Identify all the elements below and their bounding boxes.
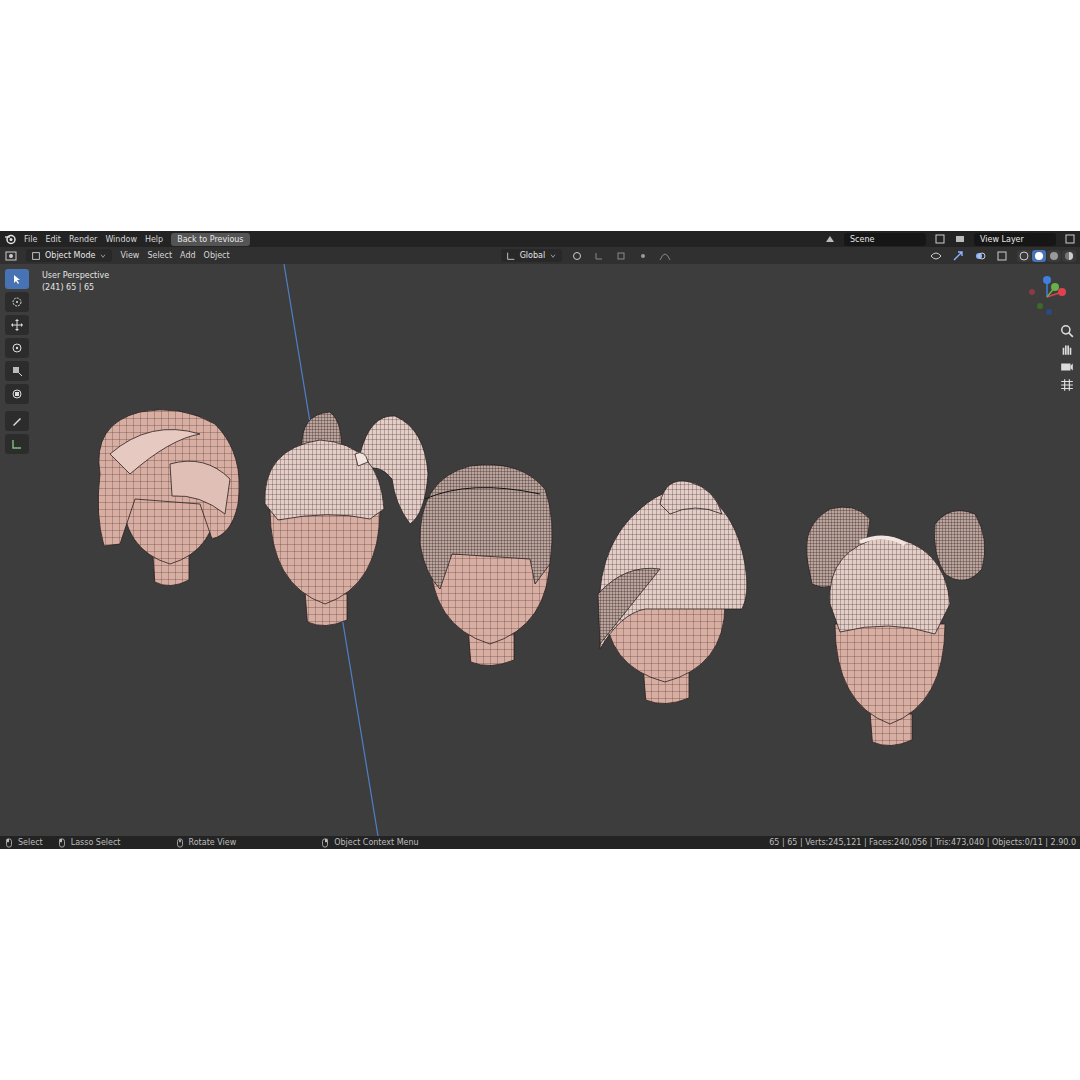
- menu-item[interactable]: Help: [145, 235, 163, 244]
- mouse-icon: [320, 838, 330, 848]
- header-menu-item[interactable]: View: [120, 251, 139, 260]
- gizmo-toggle-icon[interactable]: [951, 250, 965, 262]
- view-layer-field[interactable]: View Layer: [974, 233, 1056, 246]
- scene-field[interactable]: Scene: [844, 233, 926, 246]
- view-layer-icon[interactable]: [954, 233, 966, 245]
- new-layer-icon[interactable]: [1064, 233, 1076, 245]
- solid-shading-icon[interactable]: [1032, 250, 1046, 262]
- menu-item[interactable]: Edit: [45, 235, 61, 244]
- editor-type-icon[interactable]: [4, 250, 18, 262]
- scene-models: [0, 264, 1080, 836]
- snap-target-icon[interactable]: [614, 250, 628, 262]
- tool-button[interactable]: [5, 384, 29, 404]
- tool-button[interactable]: [5, 269, 29, 289]
- rotate-icon: [11, 342, 23, 354]
- xray-icon[interactable]: [995, 250, 1009, 262]
- grid-view-icon[interactable]: [1060, 378, 1074, 392]
- chevron-icon: [549, 252, 557, 260]
- menu-item[interactable]: File: [24, 235, 37, 244]
- move-icon: [11, 319, 23, 331]
- camera-icon[interactable]: [1060, 360, 1074, 374]
- viewport-info: User Perspective(241) 65 | 65: [42, 270, 109, 294]
- status-hint: Rotate View: [175, 838, 237, 848]
- scene-icon[interactable]: [824, 233, 836, 245]
- navigation-buttons: [1060, 324, 1074, 392]
- mouse-icon: [4, 838, 14, 848]
- orientation-icon: [506, 251, 516, 261]
- header-menu-item[interactable]: Object: [204, 251, 230, 260]
- status-hint: Select: [4, 838, 43, 848]
- wireframe-shading-icon[interactable]: [1017, 250, 1031, 262]
- tool-button[interactable]: [5, 361, 29, 381]
- mouse-icon: [57, 838, 67, 848]
- pan-hand-icon[interactable]: [1060, 342, 1074, 356]
- material-shading-icon[interactable]: [1047, 250, 1061, 262]
- zoom-icon[interactable]: [1060, 324, 1074, 338]
- menu-item[interactable]: Window: [105, 235, 137, 244]
- header-menu-item[interactable]: Select: [147, 251, 172, 260]
- tool-button[interactable]: [5, 411, 29, 431]
- tool-button[interactable]: [5, 292, 29, 312]
- measure-icon: [11, 438, 23, 450]
- hint-label: Select: [18, 838, 43, 847]
- falloff-icon[interactable]: [658, 250, 672, 262]
- navigation-gizmo-icon[interactable]: [1022, 272, 1072, 322]
- hint-label: Lasso Select: [71, 838, 121, 847]
- overlay-icon[interactable]: [973, 250, 987, 262]
- orientation-dropdown[interactable]: Global: [501, 249, 563, 262]
- mode-dropdown[interactable]: Object Mode: [26, 249, 112, 262]
- blender-logo-icon[interactable]: [4, 233, 16, 245]
- top-bar: File Edit Render Window Help Back to Previous…: [0, 231, 1080, 247]
- header-menu-item[interactable]: Add: [180, 251, 196, 260]
- hint-label: Rotate View: [189, 838, 237, 847]
- chevron-icon: [99, 252, 107, 260]
- mouse-icon: [175, 838, 185, 848]
- status-hint: Lasso Select: [57, 838, 121, 848]
- orientation-label: Global: [520, 250, 546, 261]
- snap-icon[interactable]: [592, 250, 606, 262]
- viewport-header: Object Mode View Select Add Object Global: [0, 247, 1080, 264]
- hair-models[interactable]: [0, 264, 1080, 836]
- view-title: User Perspective: [42, 270, 109, 282]
- 3d-viewport[interactable]: User Perspective(241) 65 | 65: [0, 264, 1080, 836]
- rendered-shading-icon[interactable]: [1062, 250, 1076, 262]
- cursor-icon: [11, 296, 23, 308]
- transform-icon: [11, 388, 23, 400]
- scale-icon: [11, 365, 23, 377]
- annotate-icon: [11, 415, 23, 427]
- status-bar: Select Lasso Select Rotate View Object Cont…: [0, 836, 1080, 849]
- object-mode-icon: [31, 251, 41, 261]
- visibility-icon[interactable]: [929, 250, 943, 262]
- back-to-previous-button[interactable]: Back to Previous: [171, 233, 249, 246]
- frame-info: (241) 65 | 65: [42, 282, 109, 294]
- status-hint: Object Context Menu: [320, 838, 418, 848]
- mode-label: Object Mode: [45, 250, 95, 261]
- select-box-icon: [11, 273, 23, 285]
- tool-button[interactable]: [5, 434, 29, 454]
- new-scene-icon[interactable]: [934, 233, 946, 245]
- proportional-icon[interactable]: [636, 250, 650, 262]
- hint-label: Object Context Menu: [334, 838, 418, 847]
- toolbar: [5, 269, 29, 454]
- scene-statistics: 65 | 65 | Verts:245,121 | Faces:240,056 …: [769, 838, 1076, 847]
- shading-buttons: [1017, 250, 1076, 262]
- tool-button[interactable]: [5, 338, 29, 358]
- menu-item[interactable]: Render: [69, 235, 97, 244]
- pivot-icon[interactable]: [570, 250, 584, 262]
- tool-button[interactable]: [5, 315, 29, 335]
